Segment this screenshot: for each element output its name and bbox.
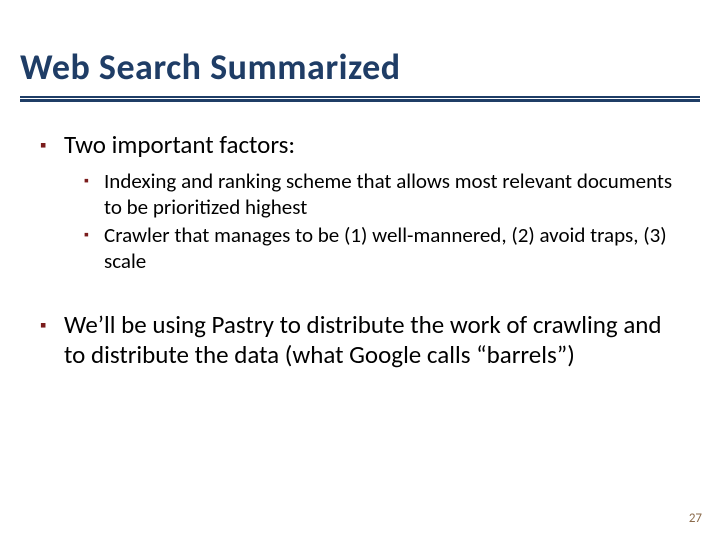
bullet-text: We’ll be using Pastry to distribute the … — [64, 310, 680, 370]
bullet-text: Crawler that manages to be (1) well-mann… — [104, 222, 680, 274]
rule-thick — [20, 99, 700, 102]
slide: Web Search Summarized ▪ Two important fa… — [0, 0, 720, 540]
slide-body: ▪ Two important factors: ▪ Indexing and … — [40, 130, 680, 378]
bullet-text: Indexing and ranking scheme that allows … — [104, 168, 680, 220]
square-bullet-icon: ▪ — [84, 222, 96, 248]
sub-bullet-group: ▪ Indexing and ranking scheme that allow… — [84, 168, 680, 274]
bullet-level1: ▪ We’ll be using Pastry to distribute th… — [40, 310, 680, 370]
square-bullet-icon: ▪ — [40, 310, 54, 340]
bullet-level2: ▪ Crawler that manages to be (1) well-ma… — [84, 222, 680, 274]
slide-title: Web Search Summarized — [20, 45, 401, 89]
square-bullet-icon: ▪ — [84, 168, 96, 194]
bullet-text: Two important factors: — [64, 130, 295, 160]
bullet-level1: ▪ Two important factors: — [40, 130, 680, 160]
spacer — [40, 280, 680, 310]
bullet-level2: ▪ Indexing and ranking scheme that allow… — [84, 168, 680, 220]
square-bullet-icon: ▪ — [40, 130, 54, 160]
title-underline — [20, 96, 700, 102]
rule-thin — [20, 96, 700, 98]
page-number: 27 — [689, 511, 702, 526]
